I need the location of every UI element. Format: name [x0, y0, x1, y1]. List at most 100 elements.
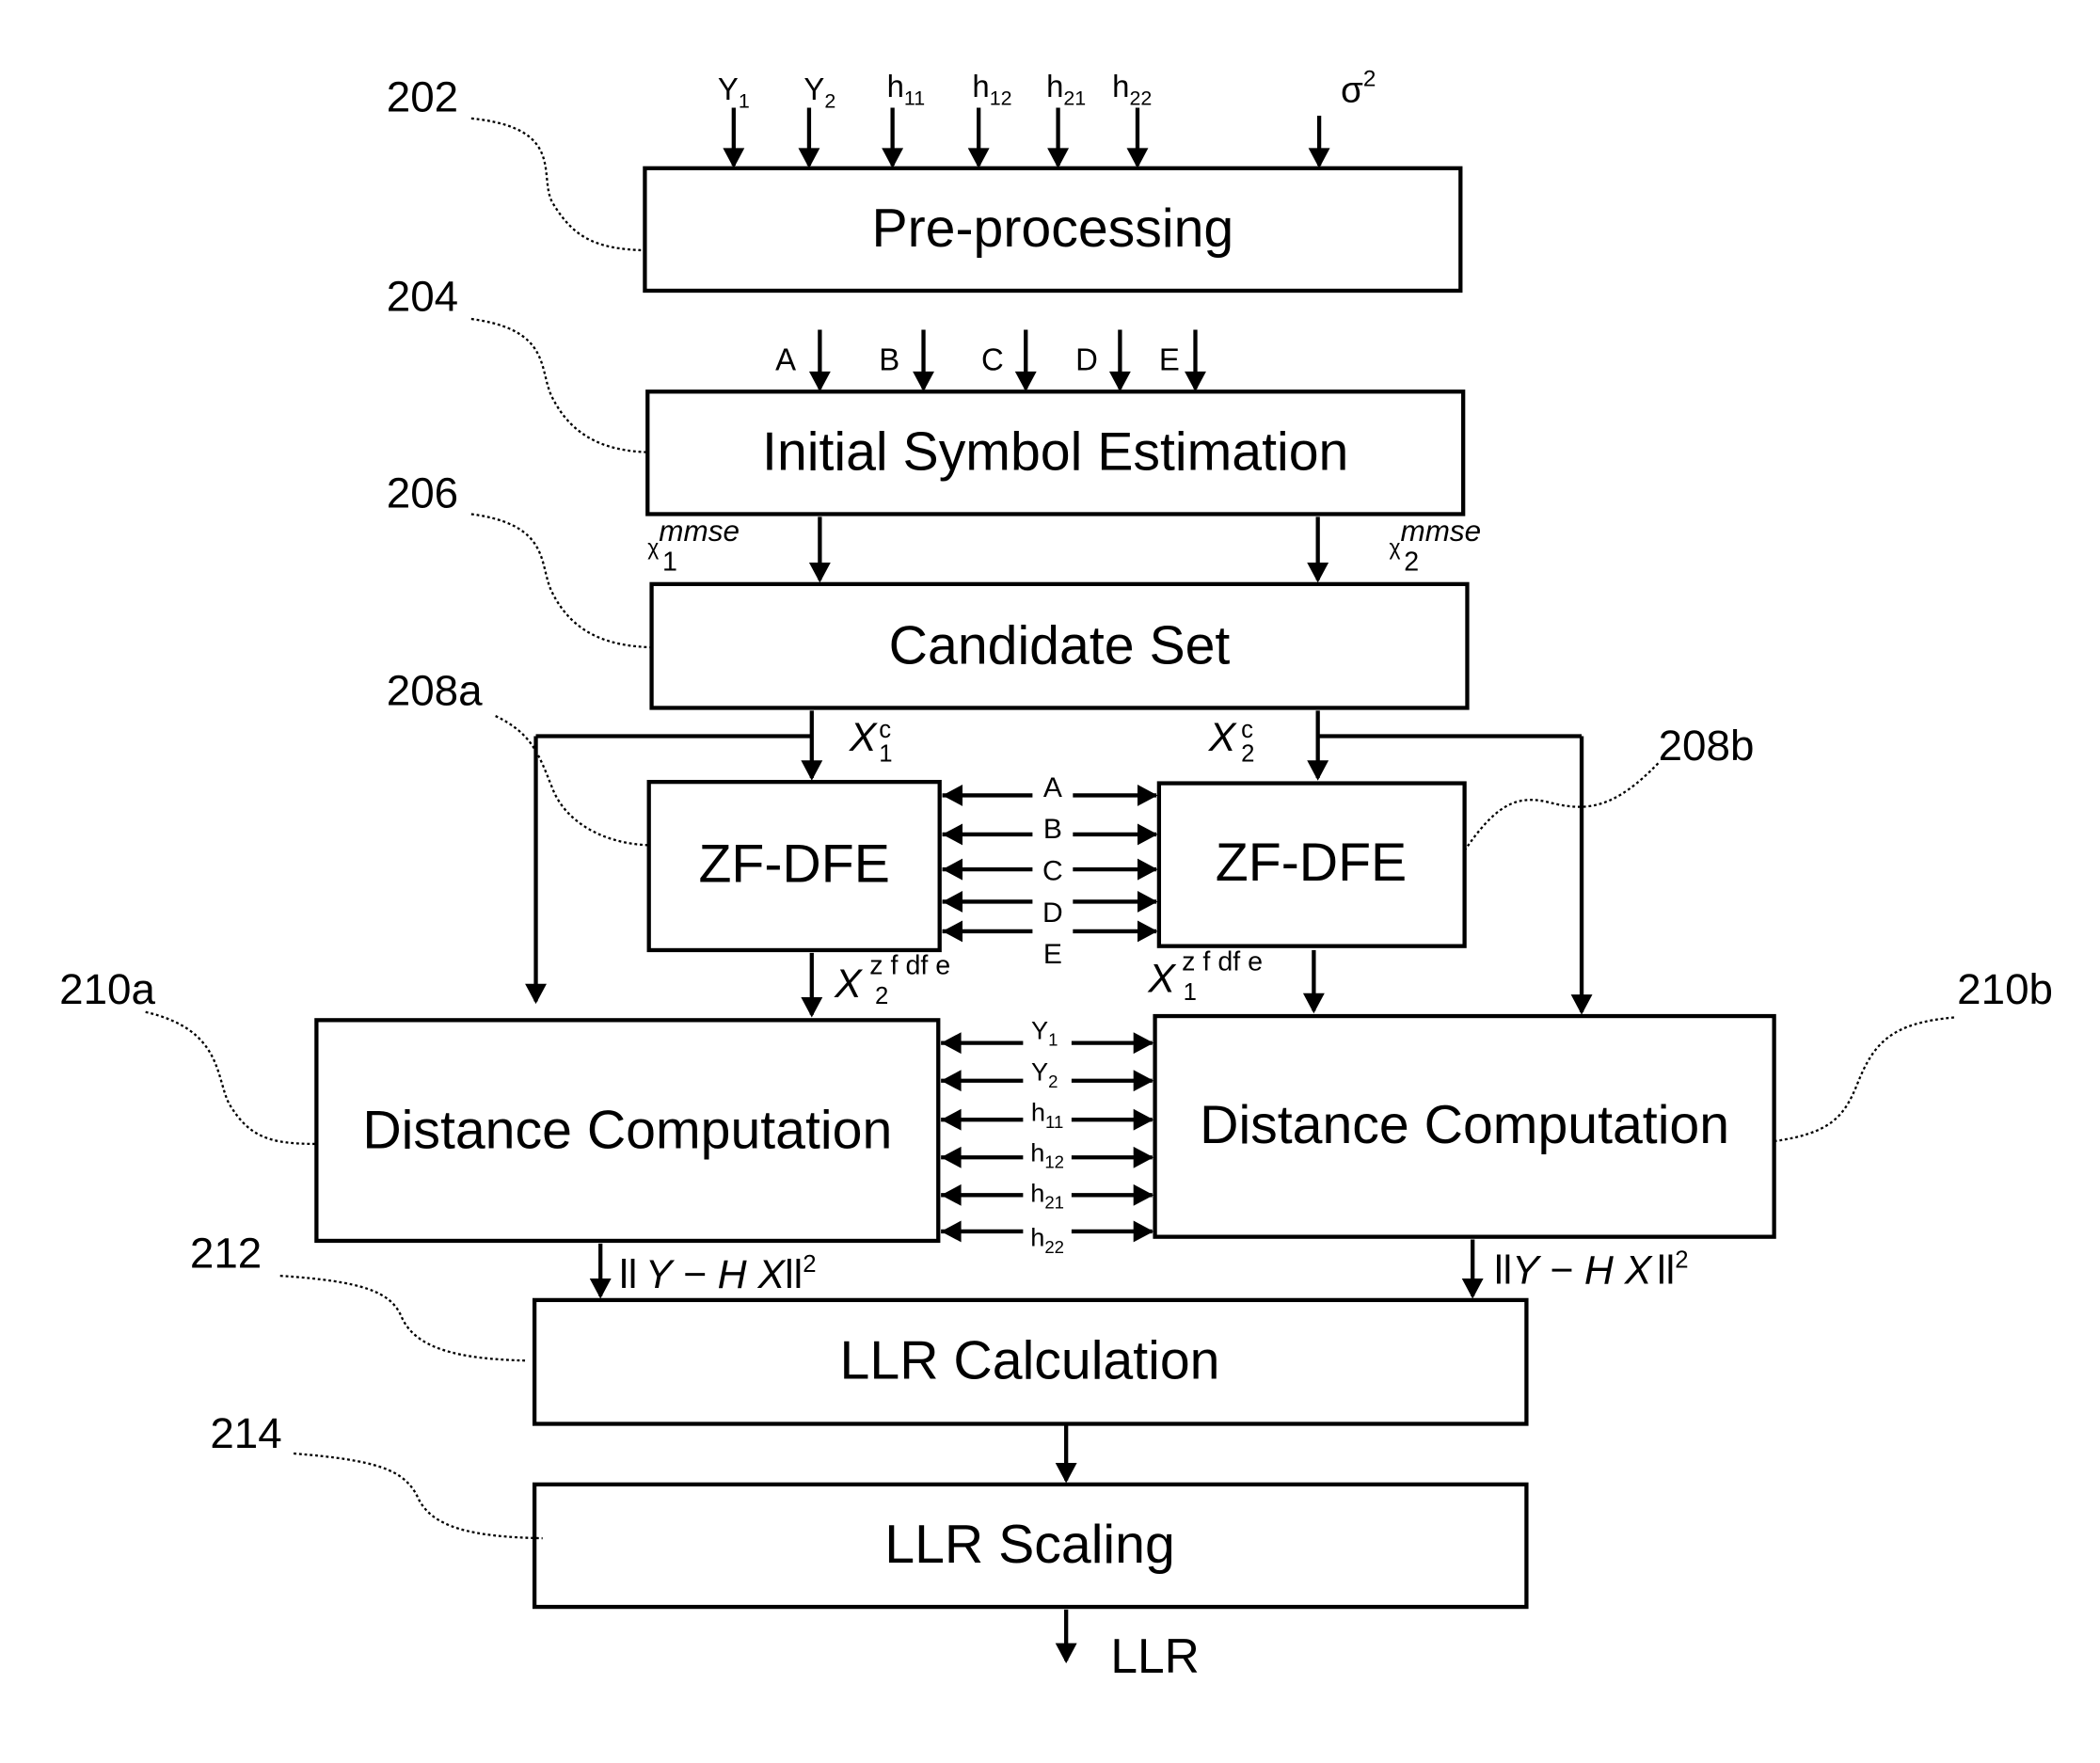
ref-212: 212	[190, 1230, 528, 1362]
block-distance-computation-a: Distance Computation	[314, 1018, 941, 1244]
dist-shared-h12: h12	[1030, 1138, 1064, 1172]
ref-numeral: 212	[190, 1230, 262, 1278]
arrowhead-icon	[1108, 371, 1131, 392]
zfdfe-out-sup-2: z f df e	[869, 951, 950, 981]
arrowhead-icon	[942, 785, 963, 806]
ref-numeral: 208a	[387, 667, 483, 715]
candidate-sup-1: c	[879, 717, 891, 743]
dist-shared-h22: h22	[1030, 1223, 1064, 1257]
block-label: Distance Computation	[362, 1101, 892, 1161]
candidate-sub-2: 2	[1241, 741, 1254, 768]
arrowhead-icon	[1126, 148, 1149, 168]
distance-shared-labels: Y1 Y2 h11 h12 h21 h22	[1030, 1015, 1064, 1256]
arrowhead-icon	[942, 920, 963, 943]
arrowhead-icon	[1137, 823, 1158, 846]
candidate-sup-2: c	[1241, 717, 1253, 743]
arrowhead-icon	[1137, 920, 1158, 943]
arrowhead-icon	[808, 371, 831, 392]
block-distance-computation-b: Distance Computation	[1153, 1013, 1776, 1239]
shared-label-b: B	[1043, 814, 1062, 845]
mmse-label-2: χmmse	[1389, 515, 1481, 559]
ref-202: 202	[387, 73, 645, 252]
leader-line	[470, 117, 645, 252]
ref-204: 204	[387, 272, 648, 453]
signal-label-a: A	[775, 341, 796, 376]
arrowhead-icon	[1307, 562, 1329, 583]
block-llr-calculation: LLR Calculation	[532, 1297, 1529, 1426]
block-candidate-set: Candidate Set	[649, 581, 1470, 710]
arrowhead-icon	[1137, 858, 1158, 881]
final-output-label: LLR	[1110, 1628, 1199, 1683]
shared-label-a: A	[1043, 772, 1062, 803]
input-label-h22: h22	[1112, 69, 1152, 110]
metric-label-b: llY − H Xll2	[1494, 1247, 1688, 1294]
ref-numeral: 208b	[1659, 722, 1755, 770]
arrowhead-icon	[1133, 1108, 1154, 1131]
arrowhead-icon	[942, 858, 963, 881]
zfdfe-out-label-2: X	[834, 961, 863, 1007]
shared-label-e: E	[1043, 939, 1062, 970]
arrowhead-icon	[798, 148, 820, 168]
ref-210b: 210b	[1774, 965, 2053, 1143]
dist-shared-y1: Y1	[1031, 1015, 1058, 1049]
preprocessing-inputs: Y1 Y2 h11 h12 h21 h22 σ2	[718, 67, 1376, 113]
block-label: ZF-DFE	[698, 834, 889, 894]
block-label: LLR Calculation	[840, 1330, 1220, 1390]
arrowhead-icon	[882, 148, 904, 168]
mmse-output-labels: χmmse 1 χmmse 2	[647, 515, 1481, 577]
block-label: LLR Scaling	[884, 1515, 1175, 1575]
zfdfe-out-sub-2: 2	[875, 983, 888, 1009]
input-label-y1: Y1	[718, 71, 750, 113]
block-label: Candidate Set	[889, 616, 1231, 676]
arrowhead-icon	[1047, 148, 1070, 168]
leader-line	[1463, 762, 1660, 851]
candidate-output-labels: X c 1 X c 2	[849, 715, 1255, 767]
shared-label-d: D	[1042, 897, 1063, 929]
arrowhead-icon	[941, 1183, 962, 1206]
dist-shared-y2: Y2	[1031, 1057, 1058, 1091]
receiver-block-diagram: Pre-processing Initial Symbol Estimation…	[59, 67, 2053, 1684]
leader-line	[470, 317, 648, 453]
candidate-sub-1: 1	[879, 741, 892, 768]
arrowhead-icon	[967, 148, 990, 168]
zfdfe-out-sub-1: 1	[1184, 979, 1197, 1006]
shared-label-c: C	[1042, 856, 1063, 887]
arrowhead-icon	[1014, 371, 1037, 392]
arrowhead-icon	[808, 562, 831, 583]
block-initial-symbol-estimation: Initial Symbol Estimation	[645, 389, 1466, 516]
block-zfdfe-a: ZF-DFE	[646, 779, 942, 953]
arrowhead-icon	[1133, 1146, 1154, 1168]
ref-numeral: 204	[387, 272, 458, 320]
leader-line	[145, 1010, 317, 1146]
signal-label-d: D	[1075, 341, 1098, 376]
candidate-label-2: X	[1208, 715, 1237, 760]
ref-numeral: 210a	[59, 965, 155, 1013]
arrowhead-icon	[1137, 785, 1158, 806]
arrowhead-icon	[525, 983, 547, 1005]
arrowhead-icon	[723, 148, 745, 168]
arrowhead-icon	[1308, 148, 1330, 168]
ref-208a: 208a	[387, 667, 649, 847]
arrowhead-icon	[941, 1070, 962, 1092]
zfdfe-out-label-1: X	[1147, 956, 1176, 1001]
input-label-h11: h11	[887, 69, 926, 110]
ref-208b: 208b	[1463, 722, 1755, 851]
leader-line	[1774, 1016, 1955, 1143]
dist-shared-h11: h11	[1031, 1098, 1063, 1132]
arrowhead-icon	[1137, 891, 1158, 913]
dist-shared-h21: h21	[1030, 1178, 1064, 1212]
signal-label-b: B	[879, 341, 899, 376]
block-label: Initial Symbol Estimation	[762, 422, 1348, 483]
arrowhead-icon	[1055, 1462, 1077, 1484]
arrowhead-icon	[942, 823, 963, 846]
block-label: ZF-DFE	[1216, 833, 1407, 893]
arrowhead-icon	[1133, 1070, 1154, 1092]
block-zfdfe-b: ZF-DFE	[1156, 781, 1467, 948]
arrowhead-icon	[589, 1279, 612, 1299]
zfdfe-shared-labels: A B C D E	[1042, 772, 1063, 970]
arrowhead-icon	[1055, 1643, 1077, 1664]
arrowhead-icon	[942, 891, 963, 913]
ref-214: 214	[210, 1409, 543, 1540]
candidate-label-1: X	[849, 715, 878, 760]
zfdfe-out-sup-1: z f df e	[1182, 946, 1263, 977]
